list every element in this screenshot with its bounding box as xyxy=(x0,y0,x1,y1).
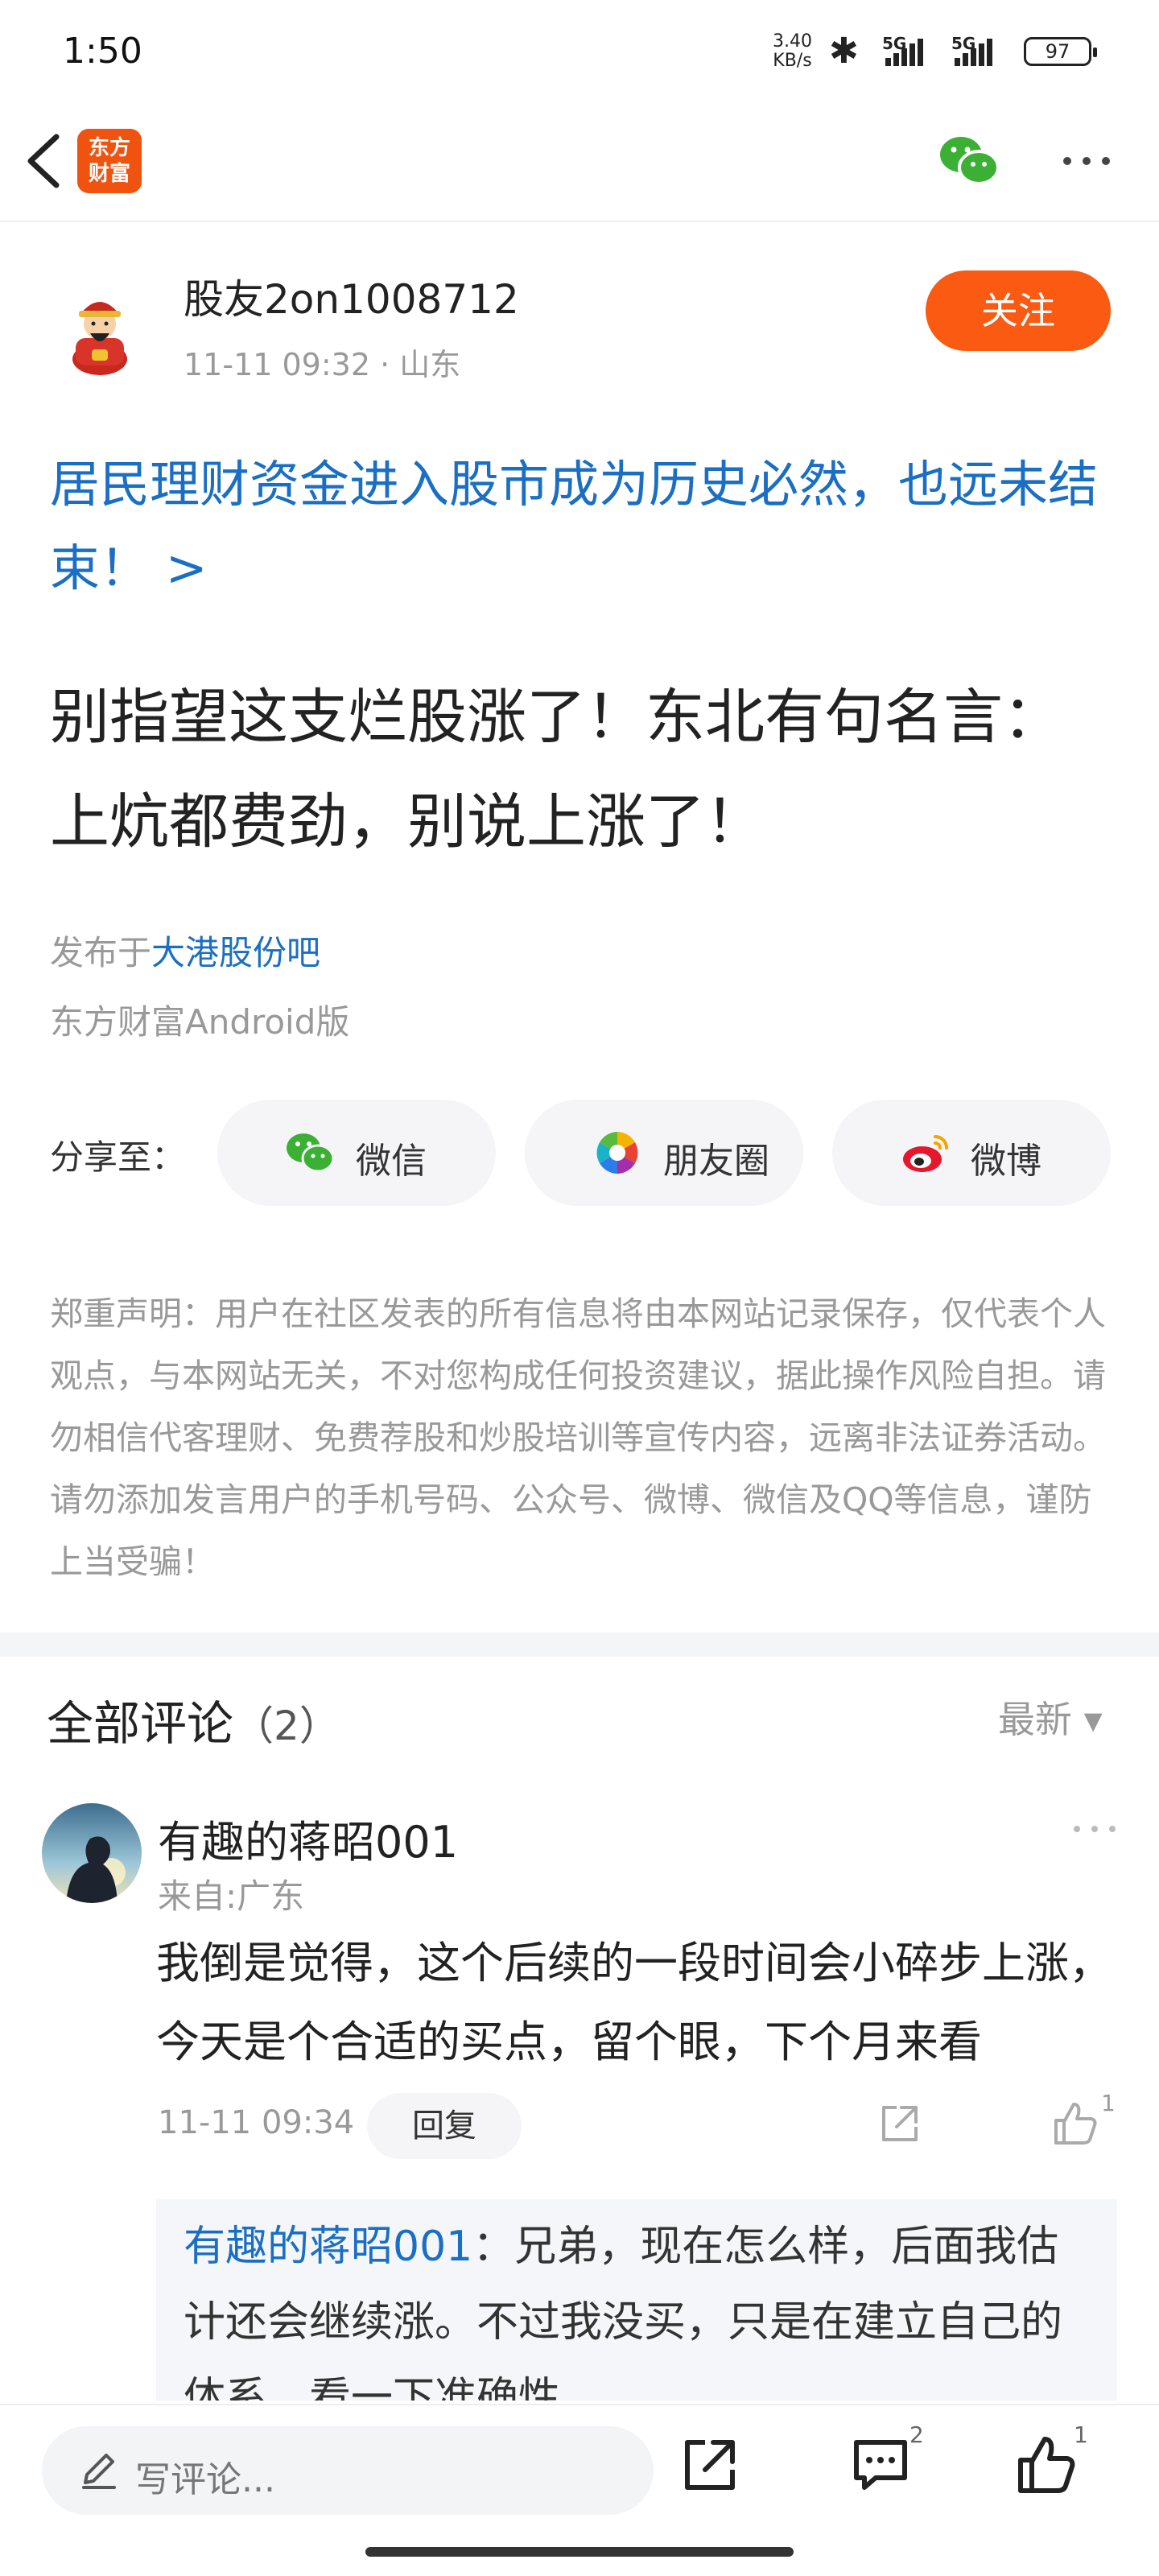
sub-reply-text: 有趣的蒋昭001：兄弟，现在怎么样，后面我估计还会继续涨。不过我没买，只是在建立… xyxy=(184,2209,1093,2401)
share-wechat-button[interactable]: 微信 xyxy=(217,1100,496,1206)
back-button[interactable] xyxy=(19,130,76,192)
comment-text: 我倒是觉得，这个后续的一段时间会小碎步上涨，今天是个合适的买点，留个眼，下个月来… xyxy=(156,1938,1112,2067)
sub-reply-user[interactable]: 有趣的蒋昭001 xyxy=(184,2223,472,2271)
published-prefix: 发布于 xyxy=(50,933,152,972)
more-options-button[interactable] xyxy=(1054,137,1119,185)
share-button[interactable] xyxy=(678,2433,742,2497)
comment-share-button[interactable] xyxy=(877,2101,922,2146)
share-label: 分享至： xyxy=(50,1137,186,1177)
more-icon xyxy=(1063,157,1110,165)
comments-count: （2） xyxy=(233,1703,340,1749)
share-icon xyxy=(685,2440,735,2490)
published-in: 发布于大港股份吧 xyxy=(50,926,320,975)
signal-icon: 5G xyxy=(951,32,1016,69)
comments-title: 全部评论（2） xyxy=(47,1686,340,1753)
commenter-location: 来自:广东 xyxy=(158,1876,305,1916)
section-divider xyxy=(0,1633,1159,1657)
post-title: 别指望这支烂股涨了！东北有句名言：上炕都费劲，别说上涨了！ xyxy=(50,683,1062,857)
share-moments-button[interactable]: 朋友圈 xyxy=(525,1100,803,1206)
network-speed: 3.40 KB/s xyxy=(773,32,812,71)
follow-button[interactable]: 关注 xyxy=(926,270,1111,351)
share-wechat-label: 微信 xyxy=(356,1141,427,1182)
comment-time: 11-11 09:34 xyxy=(158,2104,355,2141)
logo-text-line1: 东方 xyxy=(88,136,130,160)
author-avatar[interactable] xyxy=(52,282,148,378)
wechat-share-button[interactable] xyxy=(937,132,1001,188)
moments-icon xyxy=(596,1132,638,1174)
bluetooth-icon: ✱ xyxy=(829,31,859,72)
thumbs-up-icon xyxy=(1054,2103,1097,2145)
share-row: 分享至： 微信 朋友圈 微博 xyxy=(50,1100,1112,1206)
comments-header: 全部评论（2） 最新 ▾ xyxy=(0,1682,1159,1755)
chevron-left-icon xyxy=(27,134,60,188)
author-name[interactable]: 股友2on1008712 xyxy=(184,267,519,325)
comment-input-placeholder: 写评论... xyxy=(135,2459,275,2500)
thumbs-up-icon xyxy=(1018,2437,1075,2493)
client-source: 东方财富Android版 xyxy=(50,1002,350,1042)
like-button[interactable] xyxy=(1014,2433,1079,2497)
god-of-wealth-avatar-icon xyxy=(72,302,127,375)
home-indicator xyxy=(365,2547,794,2557)
anime-avatar-icon xyxy=(42,1803,142,1903)
app-logo[interactable]: 东方 财富 xyxy=(77,129,142,193)
share-icon xyxy=(882,2106,918,2141)
share-weibo-label: 微博 xyxy=(971,1141,1041,1182)
signal-icon: 5G xyxy=(882,32,947,69)
commenter-avatar[interactable] xyxy=(42,1803,142,1903)
comment-input[interactable]: 写评论... xyxy=(42,2426,654,2515)
disclaimer-text: 郑重声明：用户在社区发表的所有信息将由本网站记录保存，仅代表个人观点，与本网站无… xyxy=(50,1294,1106,1581)
more-icon xyxy=(1074,1826,1116,1832)
post-meta: 11-11 09:32 · 山东 xyxy=(184,347,461,382)
logo-text-line2: 财富 xyxy=(88,162,130,186)
like-count-badge: 1 xyxy=(1074,2421,1088,2448)
comments-title-label: 全部评论 xyxy=(47,1696,234,1751)
sort-dropdown[interactable]: 最新 ▾ xyxy=(998,1690,1103,1744)
commenter-name[interactable]: 有趣的蒋昭001 xyxy=(158,1806,458,1870)
comments-button[interactable] xyxy=(848,2433,913,2497)
author-header: 股友2on1008712 11-11 09:32 · 山东 关注 xyxy=(0,266,1159,394)
comment-like-count: 1 xyxy=(1101,2090,1116,2116)
share-moments-label: 朋友圈 xyxy=(663,1141,769,1182)
reply-button[interactable]: 回复 xyxy=(367,2093,522,2159)
status-bar: 1:50 3.40 KB/s ✱ 5G 5G 97 xyxy=(0,0,1159,105)
top-nav: 东方 财富 xyxy=(0,105,1159,222)
status-time: 1:50 xyxy=(63,31,142,72)
pencil-icon xyxy=(82,2454,116,2489)
battery-icon: 97 xyxy=(1024,37,1097,66)
sub-reply[interactable]: 有趣的蒋昭001：兄弟，现在怎么样，后面我估计还会继续涨。不过我没买，只是在建立… xyxy=(156,2199,1117,2401)
bar-link[interactable]: 大港股份吧 xyxy=(151,933,320,972)
network-speed-value: 3.40 xyxy=(773,31,812,52)
weibo-icon xyxy=(903,1135,948,1172)
share-weibo-button[interactable]: 微博 xyxy=(832,1100,1111,1206)
comment-more-button[interactable] xyxy=(1070,1821,1119,1837)
network-speed-unit: KB/s xyxy=(773,51,812,71)
comment-count-badge: 2 xyxy=(909,2421,924,2448)
topic-link[interactable]: 居民理财资金进入股市成为历史必然，也远未结束！ > xyxy=(50,443,1112,610)
wechat-icon xyxy=(287,1133,335,1173)
comment-icon xyxy=(854,2440,907,2490)
comment-like-button[interactable] xyxy=(1051,2099,1099,2148)
wechat-icon xyxy=(940,137,1000,185)
battery-level: 97 xyxy=(1045,40,1070,63)
